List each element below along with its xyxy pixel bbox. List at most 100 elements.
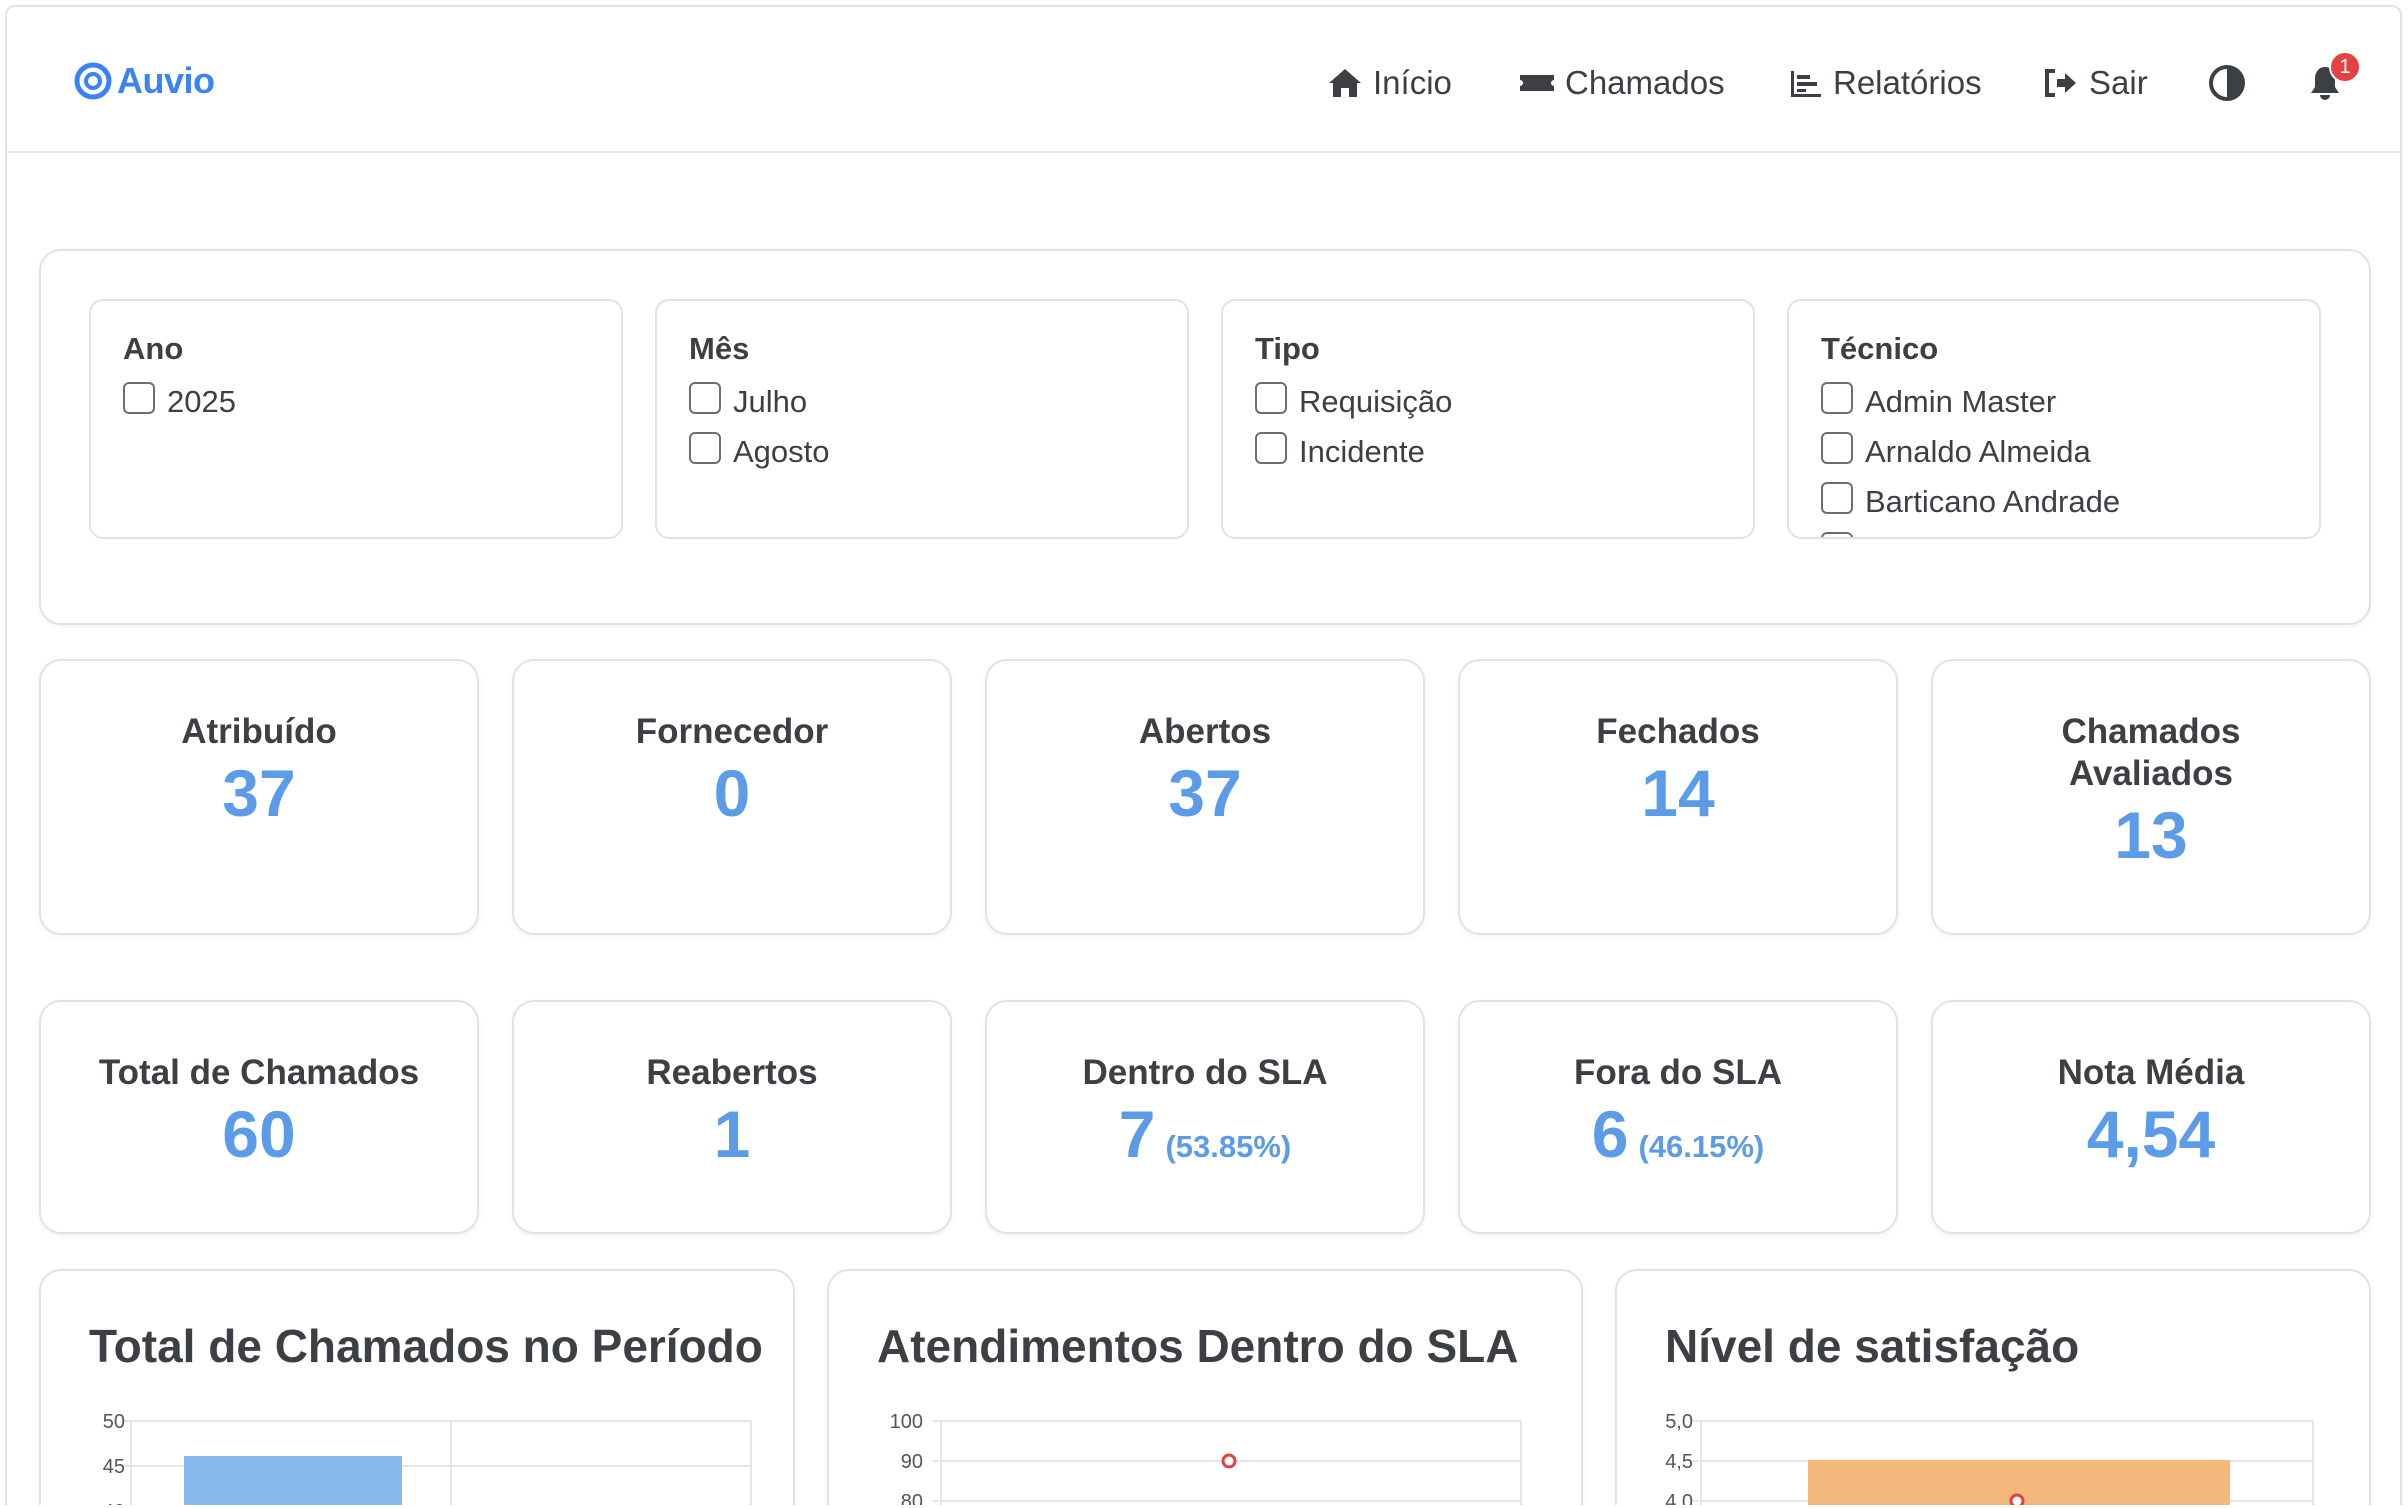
checkbox[interactable] <box>1255 382 1287 414</box>
filter-option-label: 2025 <box>167 384 236 419</box>
stat-label: Atribuído <box>181 712 337 751</box>
checkbox[interactable] <box>1821 532 1853 537</box>
y-tick-label: 80 <box>901 1491 923 1505</box>
filter-year-option[interactable]: 2025 <box>123 377 589 427</box>
stat-label: Fechados <box>1596 712 1760 751</box>
stat-card-average-score: Nota Média 4,54 <box>1931 1000 2371 1234</box>
nav-logout[interactable]: Sair <box>2041 59 2148 107</box>
chart-card-total-period: Total de Chamados no Período 504540 <box>39 1269 795 1505</box>
notification-badge: 1 <box>2329 51 2361 83</box>
y-tick-label: 5,0 <box>1665 1411 1693 1433</box>
filter-month-title: Mês <box>689 331 750 366</box>
stat-value: 4,54 <box>1933 1094 2369 1174</box>
theme-toggle-button[interactable] <box>2203 59 2251 107</box>
stat-number: 4,54 <box>2086 1097 2216 1171</box>
chart-card-within-sla: Atendimentos Dentro do SLA 100 90 80 <box>827 1269 1583 1505</box>
filter-technician-option[interactable]: Arnaldo Almeida <box>1821 427 2287 477</box>
filter-technician[interactable]: Técnico Admin Master Arnaldo Almeida Bar… <box>1787 299 2321 539</box>
notifications-button[interactable]: 1 <box>2301 51 2361 107</box>
filter-type-option[interactable]: Incidente <box>1255 427 1721 477</box>
y-tick-label: 100 <box>890 1411 923 1433</box>
stat-card-closed: Fechados 14 <box>1458 659 1898 935</box>
app-window: Auvio Início Chamados Relatórios Sair 1 … <box>5 5 2402 1505</box>
checkbox[interactable] <box>689 432 721 464</box>
y-tick-label: 40 <box>103 1501 125 1505</box>
filter-technician-option[interactable]: Barticano Andrade <box>1821 477 2287 527</box>
filters-panel: Ano 2025 Mês Julho Agosto Tipo Requisiçã… <box>39 249 2371 625</box>
nav-logout-label: Sair <box>2089 64 2148 101</box>
stat-value: 0 <box>713 756 751 830</box>
y-tick-label: 4,5 <box>1665 1451 1693 1473</box>
stat-value: 37 <box>222 756 296 830</box>
y-tick-label: 45 <box>103 1456 125 1478</box>
checkbox[interactable] <box>1821 432 1853 464</box>
filter-option-label: Barticano Andrade <box>1865 484 2121 519</box>
data-point <box>2009 1493 2025 1505</box>
filter-month-option[interactable]: Julho <box>689 377 1155 427</box>
stat-card-total-tickets: Total de Chamados 60 <box>39 1000 479 1234</box>
y-tick-label: 4,0 <box>1665 1491 1693 1505</box>
stat-label: Reabertos <box>646 1053 818 1092</box>
stat-value: 6 (46.15%) <box>1460 1094 1896 1187</box>
chart-within-sla: 100 90 80 <box>890 1411 1522 1505</box>
stat-card-outside-sla: Fora do SLA 6 (46.15%) <box>1458 1000 1898 1234</box>
y-tick-label: 90 <box>901 1451 923 1473</box>
stat-percentage: (53.85%) <box>1165 1129 1292 1164</box>
stat-value: 60 <box>41 1094 477 1174</box>
logout-icon <box>2045 69 2076 97</box>
filter-option-label: Admin Master <box>1865 384 2057 419</box>
contrast-icon <box>2209 65 2245 101</box>
filter-technician-option[interactable] <box>1821 527 2287 537</box>
filter-option-label: Arnaldo Almeida <box>1865 434 2091 469</box>
nav-home-label: Início <box>1373 64 1452 101</box>
filter-option-label: Requisição <box>1299 384 1453 419</box>
stat-value: 13 <box>2114 798 2188 872</box>
chart-satisfaction: 5,0 4,5 4,0 <box>1665 1411 2314 1505</box>
filter-type: Tipo Requisição Incidente <box>1221 299 1755 539</box>
filter-month-option[interactable]: Agosto <box>689 427 1155 477</box>
stat-card-supplier: Fornecedor 0 <box>512 659 952 935</box>
data-point <box>1221 1453 1237 1469</box>
nav-tickets[interactable]: Chamados <box>1517 59 1725 107</box>
chart-bar-icon <box>1791 71 1821 97</box>
stat-number: 7 <box>1118 1097 1156 1171</box>
bar <box>184 1456 402 1505</box>
checkbox[interactable] <box>1821 482 1853 514</box>
stat-card-assigned: Atribuído 37 <box>39 659 479 935</box>
nav-tickets-label: Chamados <box>1565 64 1725 101</box>
stat-card-reopened: Reabertos 1 <box>512 1000 952 1234</box>
filter-option-label: Julho <box>733 384 808 419</box>
stat-card-open: Abertos 37 <box>985 659 1425 935</box>
stat-number: 60 <box>222 1097 296 1171</box>
filter-year-title: Ano <box>123 331 184 366</box>
filter-option-label: Incidente <box>1299 434 1425 469</box>
main-nav: Início Chamados Relatórios Sair <box>7 59 2400 107</box>
nav-home[interactable]: Início <box>1325 59 1452 107</box>
checkbox[interactable] <box>123 382 155 414</box>
checkbox[interactable] <box>1821 382 1853 414</box>
stat-number: 6 <box>1591 1097 1629 1171</box>
filter-type-title: Tipo <box>1255 331 1320 366</box>
stat-label: Fornecedor <box>635 712 829 751</box>
stat-label: Abertos <box>1138 712 1272 751</box>
stat-label: Fora do SLA <box>1573 1053 1783 1092</box>
nav-reports[interactable]: Relatórios <box>1785 59 1982 107</box>
home-icon <box>1329 69 1361 97</box>
checkbox[interactable] <box>1255 432 1287 464</box>
stat-card-within-sla: Dentro do SLA 7 (53.85%) <box>985 1000 1425 1234</box>
stat-value: 37 <box>1168 756 1242 830</box>
filter-year: Ano 2025 <box>89 299 623 539</box>
filter-technician-option[interactable]: Admin Master <box>1821 377 2287 427</box>
stat-label: Chamados Avaliados <box>2061 712 2241 793</box>
stat-label: Total de Chamados <box>98 1053 420 1092</box>
chart-card-satisfaction: Nível de satisfação 5,0 4,5 4,0 <box>1615 1269 2371 1505</box>
stat-card-rated: Chamados Avaliados 13 <box>1931 659 2371 935</box>
stat-label: Dentro do SLA <box>1082 1053 1328 1092</box>
filter-type-option[interactable]: Requisição <box>1255 377 1721 427</box>
checkbox[interactable] <box>689 382 721 414</box>
stat-value: 14 <box>1641 756 1715 830</box>
top-navbar: Auvio Início Chamados Relatórios Sair 1 <box>7 7 2400 153</box>
stat-value: 1 <box>514 1094 950 1174</box>
ticket-icon <box>1520 75 1554 91</box>
stat-percentage: (46.15%) <box>1638 1129 1765 1164</box>
